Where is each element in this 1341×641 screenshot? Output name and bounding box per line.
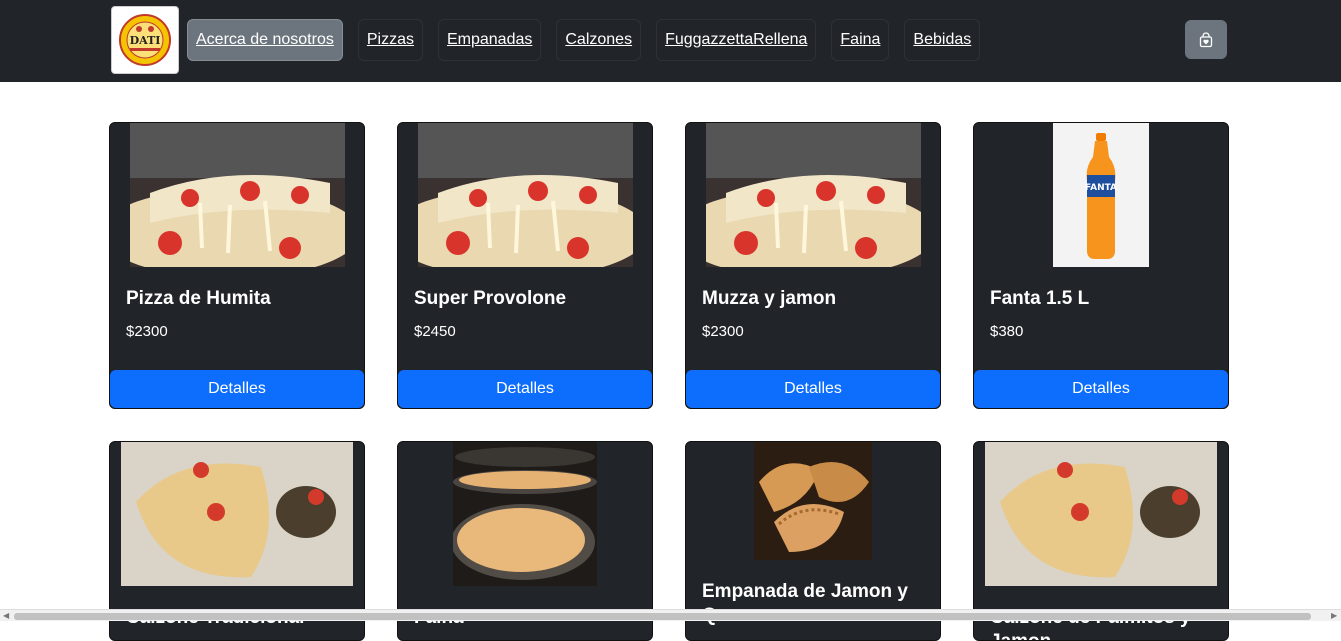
- calzone-photo-icon: [121, 442, 353, 586]
- product-price: $380: [990, 323, 1024, 340]
- scrollbar-thumb[interactable]: [14, 613, 1311, 620]
- product-price: $2300: [126, 323, 168, 340]
- product-name: Super Provolone: [414, 288, 567, 309]
- details-button[interactable]: Detalles: [974, 370, 1228, 408]
- empanadas-photo-icon: [754, 442, 872, 560]
- nav-item-calzones[interactable]: Calzones: [556, 19, 642, 61]
- product-name: Fanta 1.5 L: [990, 288, 1090, 309]
- nav-item-pizzas[interactable]: Pizzas: [357, 19, 423, 61]
- scroll-left-icon[interactable]: ◀: [3, 611, 9, 620]
- shopping-bag-heart-icon: [1199, 31, 1213, 47]
- details-button[interactable]: Detalles: [110, 370, 364, 408]
- pizzeria-logo-icon: DATI: [119, 14, 171, 66]
- cart-button[interactable]: [1185, 20, 1227, 59]
- product-image[interactable]: [110, 123, 364, 267]
- nav-item-acerca[interactable]: Acerca de nosotros: [187, 19, 343, 61]
- nav-item-empanadas[interactable]: Empanadas: [437, 19, 542, 61]
- nav-menu: Acerca de nosotros Pizzas Empanadas Calz…: [187, 19, 995, 61]
- product-card: Super Provolone $2450 Detalles: [397, 122, 653, 409]
- product-price: $2450: [414, 323, 456, 340]
- svg-text:DATI: DATI: [130, 34, 161, 47]
- details-button[interactable]: Detalles: [686, 370, 940, 408]
- product-price: $2300: [702, 323, 744, 340]
- product-image[interactable]: [398, 442, 652, 586]
- calzone-photo-icon: [985, 442, 1217, 586]
- nav-item-fuggazzetta[interactable]: FuggazzettaRellena: [656, 19, 817, 61]
- pizza-photo-icon: [417, 123, 633, 267]
- product-card: Pizza de Humita $2300 Detalles: [109, 122, 365, 409]
- product-image[interactable]: [110, 442, 364, 586]
- product-name: Muzza y jamon: [702, 288, 837, 309]
- brand-logo[interactable]: DATI: [111, 6, 179, 74]
- top-navbar: DATI Acerca de nosotros Pizzas Empanadas…: [0, 0, 1341, 82]
- svg-text:FANTA: FANTA: [1085, 183, 1117, 193]
- product-card: FANTA Fanta 1.5 L $380 Detalles: [973, 122, 1229, 409]
- scroll-right-icon[interactable]: ▶: [1331, 611, 1337, 620]
- faina-photo-icon: [453, 442, 597, 586]
- horizontal-scrollbar[interactable]: ◀ ▶: [0, 609, 1341, 621]
- product-image[interactable]: FANTA: [974, 123, 1228, 267]
- product-image[interactable]: [398, 123, 652, 267]
- fanta-bottle-photo-icon: FANTA: [1053, 123, 1149, 267]
- nav-item-bebidas[interactable]: Bebidas: [904, 19, 981, 61]
- pizza-photo-icon: [129, 123, 345, 267]
- product-image[interactable]: [974, 442, 1228, 586]
- product-image[interactable]: [686, 123, 940, 267]
- nav-item-faina[interactable]: Faina: [831, 19, 890, 61]
- pizza-photo-icon: [705, 123, 921, 267]
- product-card: Muzza y jamon $2300 Detalles: [685, 122, 941, 409]
- details-button[interactable]: Detalles: [398, 370, 652, 408]
- product-name: Pizza de Humita: [126, 288, 271, 309]
- product-image[interactable]: [686, 442, 940, 560]
